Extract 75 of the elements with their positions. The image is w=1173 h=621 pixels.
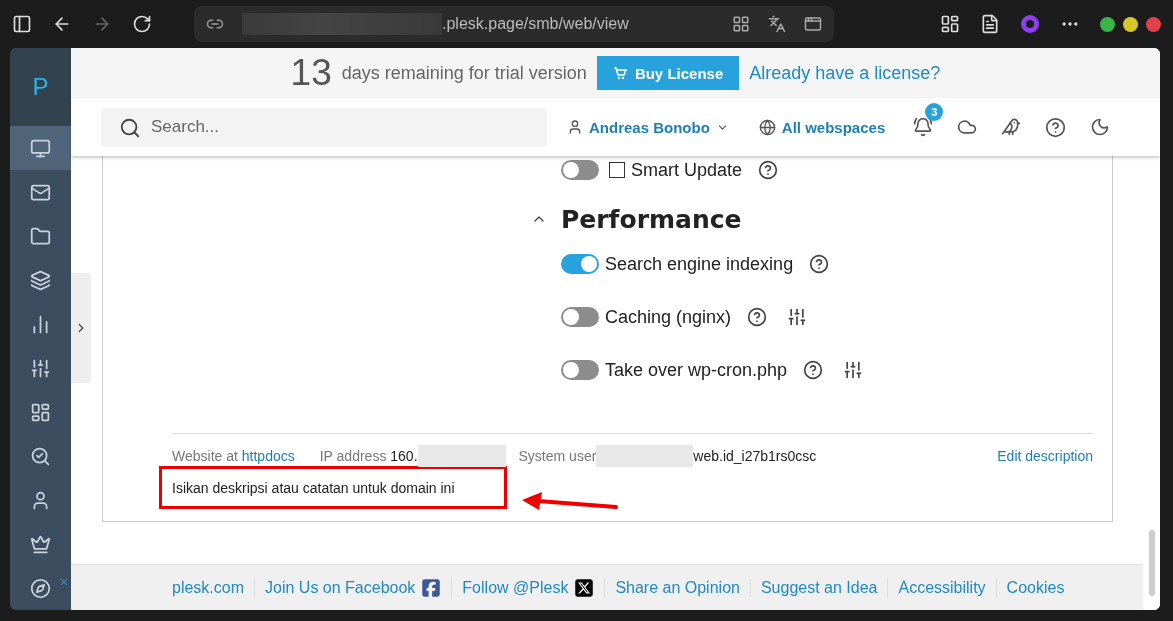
ip-label: IP address (319, 448, 387, 464)
extension-icon[interactable] (1020, 14, 1040, 34)
toggle-switch[interactable] (561, 360, 599, 380)
webspaces-link[interactable]: All webspaces (781, 118, 886, 136)
search-chart-icon (30, 445, 51, 467)
help-icon[interactable] (809, 254, 830, 274)
license-link[interactable]: Already have a license? (749, 62, 941, 84)
layers-icon (30, 269, 51, 291)
description-text: Isikan deskripsi atau catatan untuk domain ini (159, 466, 507, 509)
buy-license-button[interactable]: Buy License (596, 56, 740, 90)
user-menu[interactable]: Andreas Bonobo (589, 118, 710, 136)
expand-handle[interactable] (71, 273, 91, 383)
close-button[interactable] (1146, 16, 1161, 32)
translate-icon[interactable] (768, 15, 786, 33)
help-icon[interactable] (758, 160, 779, 180)
maximize-button[interactable] (1100, 16, 1115, 32)
settings-icon[interactable] (843, 360, 864, 380)
notification-badge: 3 (925, 103, 944, 121)
footer-link[interactable]: Join Us on Facebook (265, 578, 416, 597)
help-icon[interactable] (747, 307, 768, 327)
bird-icon[interactable] (1001, 117, 1022, 137)
edit-description-link[interactable]: Edit description (997, 448, 1093, 464)
globe-icon[interactable] (758, 118, 776, 136)
sidebar-item[interactable] (10, 126, 71, 171)
help-icon[interactable] (1045, 116, 1067, 138)
trial-text: days remaining for trial version (341, 62, 587, 84)
footer-link[interactable]: Follow @Plesk (462, 578, 569, 597)
grid-plus-icon[interactable] (940, 14, 960, 34)
days-count: 13 (290, 52, 332, 94)
option-label: Search engine indexing (605, 253, 794, 275)
system-user-label: System user (518, 448, 597, 464)
footer-link[interactable]: Share an Opinion (615, 578, 740, 597)
close-icon[interactable] (58, 576, 70, 588)
option-label: Take over wp-cron.php (605, 359, 788, 381)
monitor-icon (30, 137, 51, 159)
compass-icon (30, 577, 51, 599)
dashboard-icon (30, 401, 51, 423)
address-text: .plesk.page/smb/web/view (442, 15, 630, 33)
plesk-logo[interactable]: P (10, 48, 71, 127)
search-field[interactable]: Search... (101, 107, 547, 147)
option-label: Smart Update (631, 159, 743, 181)
moon-icon[interactable] (1090, 117, 1111, 137)
httpdocs-link[interactable]: httpdocs (241, 448, 295, 464)
footer-link[interactable]: Accessibility (898, 578, 986, 597)
folder-icon (30, 225, 51, 247)
footer-link[interactable]: plesk.com (172, 578, 245, 597)
help-icon[interactable] (803, 360, 824, 380)
facebook-icon (421, 577, 442, 598)
toggle-switch[interactable] (561, 307, 599, 327)
minimize-button[interactable] (1123, 16, 1138, 32)
cloud-icon[interactable] (957, 117, 978, 137)
website-label: Website at (172, 448, 238, 464)
footer-link[interactable]: Suggest an Idea (760, 578, 878, 597)
reload-icon[interactable] (132, 14, 152, 34)
search-icon (119, 116, 141, 139)
sidebar-icon[interactable] (12, 14, 32, 34)
footer-link[interactable]: Cookies (1006, 578, 1065, 597)
address-bar[interactable]: .plesk.page/smb/web/view (194, 6, 834, 42)
window-icon[interactable] (804, 15, 822, 33)
x-icon (574, 577, 595, 598)
grid-icon[interactable] (732, 15, 750, 33)
settings-icon[interactable] (787, 307, 808, 327)
option-label: Caching (nginx) (605, 306, 732, 328)
cart-icon (612, 66, 627, 80)
toggle-switch[interactable] (561, 254, 599, 274)
sliders-icon (30, 357, 51, 379)
ip-value: 160. (390, 448, 418, 464)
toggle-switch[interactable] (561, 160, 599, 180)
user-icon[interactable] (567, 119, 583, 135)
checkbox[interactable] (609, 162, 625, 178)
bell-icon[interactable] (913, 117, 934, 137)
section-title: Performance (561, 204, 742, 234)
document-icon[interactable] (980, 14, 1000, 34)
crown-icon (30, 533, 51, 555)
system-user-value: web.id_i27b1rs0csc (693, 448, 817, 464)
